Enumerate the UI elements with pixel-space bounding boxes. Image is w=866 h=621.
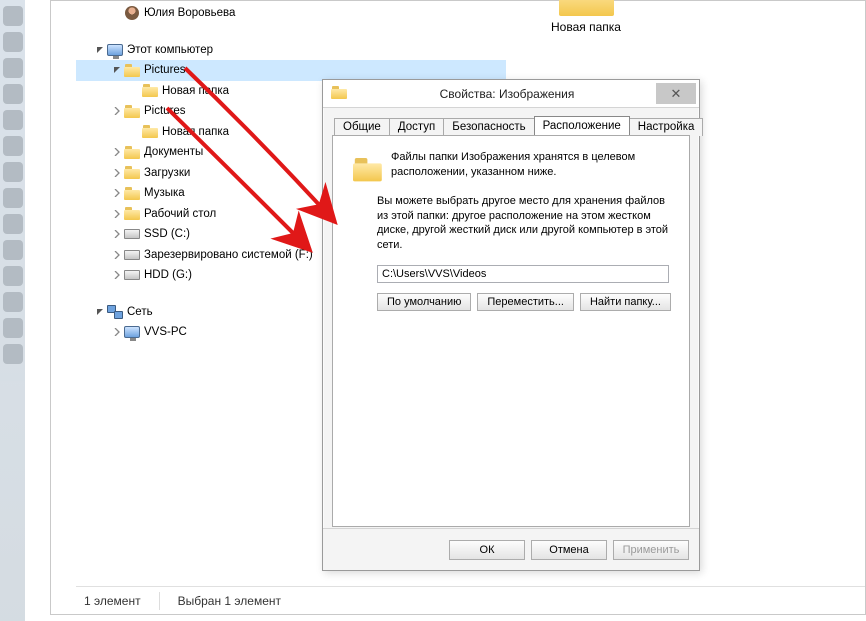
chevron-right-icon[interactable] [111,167,122,178]
tree-label: Зарезервировано системой (F:) [144,249,313,261]
chevron-right-icon[interactable] [111,270,122,281]
folder-icon [331,86,347,102]
status-bar: 1 элемент Выбран 1 элемент [76,586,865,614]
location-info: Вы можете выбрать другое место для хране… [377,194,677,253]
chevron-right-icon[interactable] [111,208,122,219]
chevron-down-icon[interactable] [94,44,105,55]
chevron-down-icon[interactable] [111,65,122,76]
location-blurb: Файлы папки Изображения хранятся в целев… [391,150,677,180]
folder-icon [124,103,140,119]
folder-label: Новая папка [526,20,646,34]
chevron-right-icon[interactable] [111,229,122,240]
tree-label: Новая папка [162,85,229,97]
move-button[interactable]: Переместить... [477,293,574,311]
drive-icon [124,226,140,242]
tree-label: HDD (G:) [144,269,192,281]
location-path-input[interactable] [377,265,669,283]
cancel-button[interactable]: Отмена [531,540,607,560]
tree-label: Pictures [144,105,186,117]
folder-icon [559,0,614,16]
chevron-right-icon[interactable] [111,249,122,260]
chevron-right-icon[interactable] [111,327,122,338]
tree-label: Музыка [144,187,185,199]
tree-label: Юлия Воровьева [144,7,235,19]
sidebar-item-this-pc[interactable]: Этот компьютер [76,40,506,61]
tab-customize[interactable]: Настройка [629,118,704,136]
folder-icon [124,62,140,78]
folder-icon [345,150,377,178]
tab-panel-location: Файлы папки Изображения хранятся в целев… [332,135,690,527]
dialog-titlebar[interactable]: Свойства: Изображения ✕ [323,80,699,108]
ok-button[interactable]: ОК [449,540,525,560]
tree-label: Этот компьютер [127,44,213,56]
status-item-selection: Выбран 1 элемент [178,594,281,608]
status-item-count: 1 элемент [84,594,141,608]
restore-default-button[interactable]: По умолчанию [377,293,471,311]
tree-label: SSD (C:) [144,228,190,240]
tab-location[interactable]: Расположение [534,116,630,135]
tab-strip: Общие Доступ Безопасность Расположение Н… [332,113,690,135]
chevron-right-icon[interactable] [111,106,122,117]
dialog-footer: ОК Отмена Применить [323,528,699,570]
dialog-title: Свойства: Изображения [353,87,699,101]
tab-security[interactable]: Безопасность [443,118,534,136]
sidebar-item-user-partial[interactable]: Юлия Воровьева [76,3,506,24]
tree-label: VVS-PC [144,326,187,338]
desktop-icons-strip [0,0,25,621]
tree-label: Загрузки [144,167,190,179]
tree-label: Документы [144,146,203,158]
properties-dialog: Свойства: Изображения ✕ Общие Доступ Без… [322,79,700,571]
folder-icon [124,206,140,222]
tree-label: Рабочий стол [144,208,216,220]
drive-icon [124,247,140,263]
status-separator [159,592,160,610]
chevron-down-icon[interactable] [94,306,105,317]
sidebar-item-pictures-1[interactable]: Pictures [76,60,506,81]
tab-access[interactable]: Доступ [389,118,444,136]
network-icon [107,304,123,320]
folder-icon [142,124,158,140]
computer-icon [107,42,123,58]
tab-general[interactable]: Общие [334,118,390,136]
folder-item-new-folder[interactable]: Новая папка [526,0,646,34]
apply-button[interactable]: Применить [613,540,689,560]
tree-label: Новая папка [162,126,229,138]
folder-icon [124,185,140,201]
folder-icon [142,83,158,99]
find-folder-button[interactable]: Найти папку... [580,293,671,311]
explorer-content-pane: Новая папка [526,1,865,56]
computer-icon [124,324,140,340]
chevron-right-icon[interactable] [111,147,122,158]
tree-label: Pictures [144,64,186,76]
tree-label: Сеть [127,306,153,318]
folder-icon [124,165,140,181]
close-button[interactable]: ✕ [656,83,696,104]
drive-icon [124,267,140,283]
chevron-right-icon[interactable] [111,188,122,199]
user-icon [124,5,140,21]
folder-icon [124,144,140,160]
